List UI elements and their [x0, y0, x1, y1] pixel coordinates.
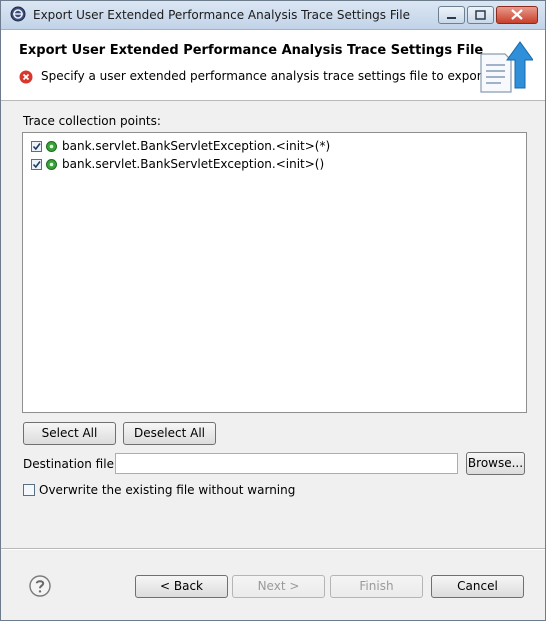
overwrite-option[interactable]: Overwrite the existing file without warn…	[23, 483, 295, 497]
check-icon	[32, 142, 41, 150]
export-wizard-icon	[480, 41, 533, 93]
maximize-icon	[475, 10, 486, 20]
cancel-button[interactable]: Cancel	[431, 575, 524, 598]
green-dot-icon	[46, 158, 57, 170]
overwrite-checkbox[interactable]	[23, 484, 35, 496]
list-item[interactable]: bank.servlet.BankServletException.<init>…	[31, 155, 324, 173]
close-button[interactable]	[496, 6, 538, 24]
error-message: Specify a user extended performance anal…	[41, 69, 491, 83]
next-button[interactable]: Next >	[232, 575, 325, 598]
footer-separator	[1, 548, 545, 550]
maximize-button[interactable]	[467, 6, 494, 24]
trace-points-list[interactable]: bank.servlet.BankServletException.<init>…	[22, 132, 527, 413]
wizard-header: Export User Extended Performance Analysi…	[1, 30, 545, 101]
destination-label: Destination file:	[23, 457, 118, 471]
help-icon[interactable]	[29, 575, 51, 597]
close-icon	[511, 9, 523, 20]
item-label: bank.servlet.BankServletException.<init>…	[62, 139, 331, 153]
select-all-button[interactable]: Select All	[23, 422, 116, 445]
export-dialog: Export User Extended Performance Analysi…	[0, 0, 546, 621]
list-item[interactable]: bank.servlet.BankServletException.<init>…	[31, 137, 330, 155]
back-button[interactable]: < Back	[135, 575, 228, 598]
minimize-button[interactable]	[438, 6, 465, 24]
eclipse-icon	[10, 6, 26, 22]
destination-field[interactable]	[115, 453, 458, 474]
item-label: bank.servlet.BankServletException.<init>…	[62, 157, 325, 171]
overwrite-label: Overwrite the existing file without warn…	[39, 483, 296, 497]
item-checkbox[interactable]	[31, 140, 42, 152]
trace-points-label: Trace collection points:	[23, 114, 161, 128]
page-title: Export User Extended Performance Analysi…	[19, 43, 484, 58]
deselect-all-button[interactable]: Deselect All	[123, 422, 216, 445]
green-dot-icon	[46, 140, 57, 152]
finish-button[interactable]: Finish	[330, 575, 423, 598]
window-title: Export User Extended Performance Analysi…	[33, 8, 410, 22]
check-icon	[32, 160, 41, 168]
item-checkbox[interactable]	[31, 158, 42, 170]
minimize-icon	[447, 17, 456, 19]
error-icon	[19, 70, 33, 84]
browse-button[interactable]: Browse...	[466, 452, 525, 475]
title-bar[interactable]: Export User Extended Performance Analysi…	[1, 1, 545, 30]
